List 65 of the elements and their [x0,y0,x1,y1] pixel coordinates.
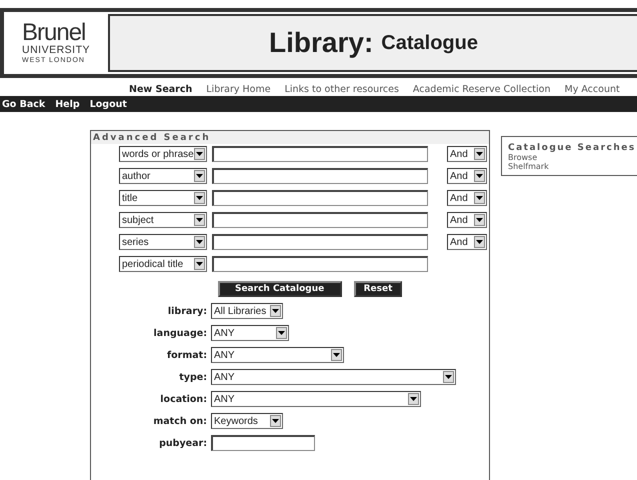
caret-icon [194,258,205,270]
page-title: Library: [269,27,374,59]
panel-heading: Advanced Search [91,131,489,144]
filter-dropdown[interactable]: All Libraries [211,303,283,319]
filter-label: location: [159,394,207,404]
caret-icon [474,148,485,160]
toolbar-link[interactable]: Logout [90,98,127,110]
filter-label: match on: [152,416,207,426]
search-input[interactable] [212,212,428,228]
operator-dropdown[interactable]: And [447,212,487,228]
nav-link[interactable]: Links to other resources [284,84,399,94]
logo-subtitle: UNIVERSITY [22,45,90,56]
search-input[interactable] [212,234,428,250]
logo-wordmark: Brunel [22,21,86,45]
caret-icon [194,214,205,226]
nav-link[interactable]: Academic Reserve Collection [412,84,551,94]
filter-dropdown[interactable]: ANY [211,325,289,341]
search-input[interactable] [212,256,428,272]
operator-dropdown[interactable]: And [447,234,487,250]
operator-dropdown[interactable]: And [447,190,487,206]
caret-icon [276,327,287,339]
nav-link[interactable]: Library Home [206,84,271,94]
field-dropdown[interactable]: periodical title [119,256,207,272]
caret-icon [474,170,485,182]
caret-icon [443,371,454,383]
sidebar-link[interactable]: Browse [508,153,631,162]
field-dropdown[interactable]: subject [119,212,207,228]
sidebar-link[interactable]: Shelfmark [508,162,631,171]
caret-icon [194,170,205,182]
field-dropdown[interactable]: title [119,190,207,206]
caret-icon [474,192,485,204]
caret-icon [474,214,485,226]
filter-dropdown[interactable]: ANY [211,347,344,363]
reset-button[interactable]: Reset [354,281,402,297]
search-input[interactable] [212,190,428,206]
filter-label: language: [152,328,207,338]
filter-label: pubyear: [158,438,207,448]
year-input[interactable] [211,435,315,451]
search-input[interactable] [212,146,428,162]
caret-icon [331,349,342,361]
nav-link[interactable]: My Account [564,84,620,94]
page-subtitle: Catalogue [381,32,478,54]
filter-dropdown[interactable]: ANY [211,391,421,407]
filter-dropdown[interactable]: ANY [211,369,456,385]
operator-dropdown[interactable]: And [447,168,487,184]
field-dropdown[interactable]: author [119,168,207,184]
search-input[interactable] [212,168,428,184]
caret-icon [408,393,419,405]
filter-label: format: [166,350,207,360]
caret-icon [194,148,205,160]
caret-icon [194,236,205,248]
search-button[interactable]: Search Catalogue [218,281,342,297]
filter-dropdown[interactable]: Keywords [211,413,283,429]
toolbar-link[interactable]: Go Back [2,98,46,110]
caret-icon [270,305,281,317]
caret-icon [474,236,485,248]
nav-link[interactable]: New Search [129,84,192,94]
field-dropdown[interactable]: series [119,234,207,250]
filter-label: library: [166,306,207,316]
caret-icon [270,415,281,427]
filter-label: type: [178,372,207,382]
field-dropdown[interactable]: words or phrase [119,146,207,162]
operator-dropdown[interactable]: And [447,146,487,162]
caret-icon [194,192,205,204]
toolbar-link[interactable]: Help [55,98,80,110]
